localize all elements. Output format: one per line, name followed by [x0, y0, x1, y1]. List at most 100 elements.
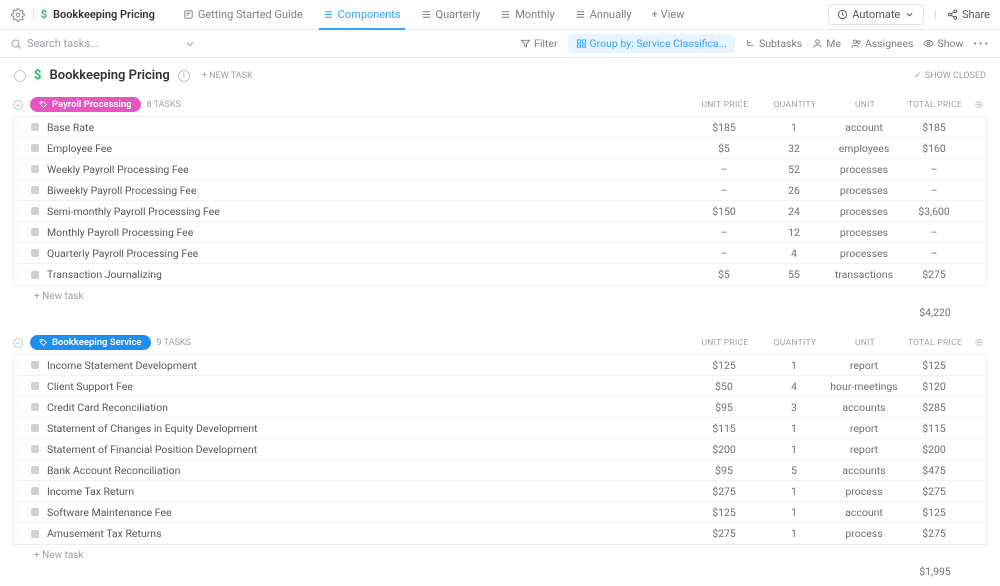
- drag-handle-icon[interactable]: ⋮⋮: [13, 402, 31, 413]
- filter-button[interactable]: Filter: [520, 37, 557, 50]
- task-name[interactable]: Biweekly Payroll Processing Fee: [47, 184, 689, 197]
- task-name[interactable]: Credit Card Reconciliation: [47, 401, 689, 414]
- unit-cell[interactable]: accounts: [829, 464, 899, 477]
- subtasks-button[interactable]: Subtasks: [745, 37, 802, 50]
- task-row[interactable]: ⋮⋮ Transaction Journalizing $5 55 transa…: [13, 264, 987, 285]
- drag-handle-icon[interactable]: ⋮⋮: [13, 143, 31, 154]
- group-pill[interactable]: Bookkeeping Service: [30, 335, 151, 350]
- info-icon[interactable]: i: [178, 70, 190, 82]
- status-square[interactable]: [31, 466, 39, 474]
- drag-handle-icon[interactable]: ⋮⋮: [13, 360, 31, 371]
- task-row[interactable]: ⋮⋮ Amusement Tax Returns $275 1 process …: [13, 523, 987, 544]
- status-square[interactable]: [31, 123, 39, 131]
- unit-price-cell[interactable]: $125: [689, 359, 759, 372]
- unit-cell[interactable]: processes: [829, 163, 899, 176]
- column-header[interactable]: UNIT PRICE: [690, 338, 760, 348]
- status-square[interactable]: [31, 530, 39, 538]
- status-square[interactable]: [31, 249, 39, 257]
- tab-annually[interactable]: Annually: [565, 0, 642, 30]
- add-column[interactable]: ⊕: [970, 336, 988, 349]
- task-name[interactable]: Base Rate: [47, 121, 689, 134]
- unit-price-cell[interactable]: $275: [689, 527, 759, 540]
- column-header[interactable]: TOTAL PRICE: [900, 338, 970, 348]
- tab-quarterly[interactable]: Quarterly: [411, 0, 491, 30]
- unit-price-cell[interactable]: $50: [689, 380, 759, 393]
- status-square[interactable]: [31, 165, 39, 173]
- unit-price-cell[interactable]: $95: [689, 401, 759, 414]
- column-header[interactable]: QUANTITY: [760, 338, 830, 348]
- status-square[interactable]: [31, 207, 39, 215]
- unit-cell[interactable]: account: [829, 121, 899, 134]
- drag-handle-icon[interactable]: ⋮⋮: [13, 528, 31, 539]
- quantity-cell[interactable]: 1: [759, 359, 829, 372]
- status-square[interactable]: [31, 361, 39, 369]
- tab-monthly[interactable]: Monthly: [490, 0, 565, 30]
- quantity-cell[interactable]: 4: [759, 380, 829, 393]
- unit-price-cell[interactable]: –: [689, 226, 759, 239]
- drag-handle-icon[interactable]: ⋮⋮: [13, 227, 31, 238]
- task-row[interactable]: ⋮⋮ Semi-monthly Payroll Processing Fee $…: [13, 201, 987, 222]
- quantity-cell[interactable]: 24: [759, 205, 829, 218]
- share-button[interactable]: Share: [947, 8, 990, 21]
- task-name[interactable]: Client Support Fee: [47, 380, 689, 393]
- unit-cell[interactable]: process: [829, 485, 899, 498]
- task-name[interactable]: Transaction Journalizing: [47, 268, 689, 281]
- column-header[interactable]: UNIT PRICE: [690, 100, 760, 110]
- task-name[interactable]: Income Statement Development: [47, 359, 689, 372]
- total-price-cell[interactable]: –: [899, 247, 969, 260]
- task-row[interactable]: ⋮⋮ Software Maintenance Fee $125 1 accou…: [13, 502, 987, 523]
- total-price-cell[interactable]: $120: [899, 380, 969, 393]
- chevron-down-icon[interactable]: [184, 38, 196, 50]
- quantity-cell[interactable]: 55: [759, 268, 829, 281]
- quantity-cell[interactable]: 1: [759, 121, 829, 134]
- column-header[interactable]: UNIT: [830, 338, 900, 348]
- task-row[interactable]: ⋮⋮ Income Tax Return $275 1 process $275: [13, 481, 987, 502]
- unit-cell[interactable]: hour-meetings: [829, 380, 899, 393]
- drag-handle-icon[interactable]: ⋮⋮: [13, 206, 31, 217]
- task-row[interactable]: ⋮⋮ Biweekly Payroll Processing Fee – 26 …: [13, 180, 987, 201]
- unit-cell[interactable]: transactions: [829, 268, 899, 281]
- unit-price-cell[interactable]: $125: [689, 506, 759, 519]
- search-input[interactable]: Search tasks...: [10, 37, 196, 50]
- quantity-cell[interactable]: 1: [759, 443, 829, 456]
- show-closed-button[interactable]: SHOW CLOSED: [914, 71, 986, 81]
- unit-price-cell[interactable]: $275: [689, 485, 759, 498]
- quantity-cell[interactable]: 26: [759, 184, 829, 197]
- total-price-cell[interactable]: $160: [899, 142, 969, 155]
- group-pill[interactable]: Payroll Processing: [30, 97, 141, 112]
- total-price-cell[interactable]: $275: [899, 527, 969, 540]
- unit-cell[interactable]: processes: [829, 184, 899, 197]
- task-name[interactable]: Software Maintenance Fee: [47, 506, 689, 519]
- status-square[interactable]: [31, 144, 39, 152]
- quantity-cell[interactable]: 32: [759, 142, 829, 155]
- drag-handle-icon[interactable]: ⋮⋮: [13, 444, 31, 455]
- unit-price-cell[interactable]: $185: [689, 121, 759, 134]
- unit-cell[interactable]: accounts: [829, 401, 899, 414]
- automate-button[interactable]: Automate: [828, 4, 924, 25]
- unit-price-cell[interactable]: $150: [689, 205, 759, 218]
- drag-handle-icon[interactable]: ⋮⋮: [13, 269, 31, 280]
- unit-cell[interactable]: employees: [829, 142, 899, 155]
- total-price-cell[interactable]: –: [899, 184, 969, 197]
- task-name[interactable]: Weekly Payroll Processing Fee: [47, 163, 689, 176]
- total-price-cell[interactable]: $285: [899, 401, 969, 414]
- assignees-button[interactable]: Assignees: [851, 37, 914, 50]
- add-view[interactable]: + View: [642, 0, 695, 30]
- column-header[interactable]: TOTAL PRICE: [900, 100, 970, 110]
- status-square[interactable]: [31, 445, 39, 453]
- task-row[interactable]: ⋮⋮ Income Statement Development $125 1 r…: [13, 355, 987, 376]
- drag-handle-icon[interactable]: ⋮⋮: [13, 185, 31, 196]
- total-price-cell[interactable]: $200: [899, 443, 969, 456]
- unit-cell[interactable]: report: [829, 443, 899, 456]
- collapse-icon[interactable]: [12, 99, 24, 111]
- task-name[interactable]: Semi-monthly Payroll Processing Fee: [47, 205, 689, 218]
- column-header[interactable]: QUANTITY: [760, 100, 830, 110]
- task-name[interactable]: Income Tax Return: [47, 485, 689, 498]
- unit-cell[interactable]: report: [829, 359, 899, 372]
- task-name[interactable]: Monthly Payroll Processing Fee: [47, 226, 689, 239]
- quantity-cell[interactable]: 3: [759, 401, 829, 414]
- status-square[interactable]: [31, 228, 39, 236]
- total-price-cell[interactable]: $275: [899, 485, 969, 498]
- task-row[interactable]: ⋮⋮ Bank Account Reconciliation $95 5 acc…: [13, 460, 987, 481]
- status-square[interactable]: [31, 424, 39, 432]
